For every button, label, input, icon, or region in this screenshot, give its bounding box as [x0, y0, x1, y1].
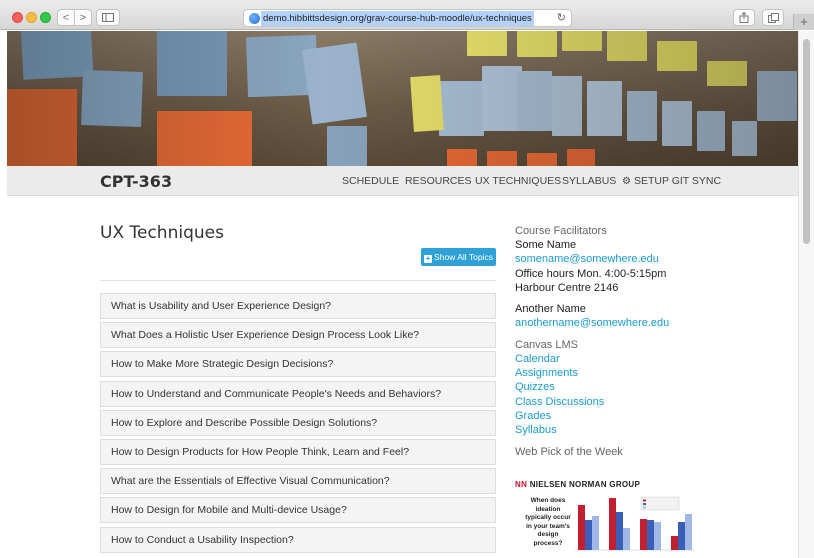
globe-icon [249, 13, 260, 24]
browser-window: < > demo.hibbittsdesign.org/grav-course-… [0, 0, 814, 558]
page-title: UX Techniques [100, 223, 224, 243]
topic-item[interactable]: What Does a Holistic User Experience Des… [100, 322, 496, 349]
zoom-window-button[interactable] [40, 12, 51, 23]
facilitator-email-link[interactable]: somename@somewhere.edu [515, 253, 659, 265]
sidebar-icon [102, 13, 114, 22]
nng-logo-text: NIELSEN NORMAN GROUP [529, 480, 641, 489]
chart-legend-box [640, 496, 680, 511]
lms-link-grades[interactable]: Grades [515, 410, 551, 422]
plus-icon: + [424, 254, 433, 263]
lms-link-assignments[interactable]: Assignments [515, 367, 578, 379]
tabs-icon [767, 12, 779, 23]
nng-logo-mark: NN [515, 480, 528, 489]
show-tabs-button[interactable] [762, 9, 784, 26]
chart-bar [647, 520, 654, 550]
address-bar[interactable]: demo.hibbittsdesign.org/grav-course-hub-… [243, 9, 572, 27]
topics-accordion: What is Usability and User Experience De… [100, 293, 496, 556]
page-scrollbar[interactable] [798, 31, 814, 558]
topic-item[interactable]: How to Understand and Communicate People… [100, 380, 496, 407]
nng-logo[interactable]: NN NIELSEN NORMAN GROUP [515, 480, 640, 489]
office-location: Harbour Centre 2146 [515, 281, 619, 294]
facilitator-name: Another Name [515, 303, 586, 316]
chart-bar [585, 520, 592, 550]
nav-resources[interactable]: RESOURCES [405, 175, 472, 187]
office-hours: Office hours Mon. 4:00-5:15pm [515, 267, 667, 280]
close-window-button[interactable] [12, 12, 23, 23]
reload-icon[interactable]: ↻ [557, 10, 566, 26]
lms-link-syllabus[interactable]: Syllabus [515, 424, 557, 436]
nav-schedule[interactable]: SCHEDULE [342, 175, 399, 187]
share-button[interactable] [733, 9, 755, 26]
chart-bar [578, 505, 585, 550]
sidebar: Course Facilitators Some Name somename@s… [515, 224, 715, 459]
nav-ux-techniques[interactable]: UX TECHNIQUES [475, 175, 561, 187]
show-all-topics-label: Show All Topics [434, 252, 493, 262]
share-icon [739, 12, 749, 23]
gear-icon: ⚙ [622, 176, 631, 187]
topic-item[interactable]: What are the Essentials of Effective Vis… [100, 468, 496, 495]
topic-item[interactable]: How to Design for Mobile and Multi-devic… [100, 497, 496, 524]
chart-bar [609, 498, 616, 550]
title-divider [100, 280, 496, 281]
chart-bar [592, 516, 599, 550]
chevron-left-icon: < [62, 11, 70, 24]
new-tab-button[interactable]: + [793, 14, 814, 30]
facilitator-email-link[interactable]: anothername@somewhere.edu [515, 317, 669, 329]
scrollbar-thumb[interactable] [803, 39, 810, 244]
chevron-right-icon: > [79, 11, 87, 24]
sidebar-toggle-button[interactable] [96, 9, 120, 26]
browser-toolbar: < > demo.hibbittsdesign.org/grav-course-… [0, 0, 814, 30]
chart-bar [685, 514, 692, 550]
url-text[interactable]: demo.hibbittsdesign.org/grav-course-hub-… [261, 11, 534, 26]
show-all-topics-button[interactable]: + Show All Topics [421, 248, 496, 266]
topic-item[interactable]: How to Design Products for How People Th… [100, 438, 496, 465]
topic-item[interactable]: How to Conduct a Usability Inspection? [100, 526, 496, 553]
web-pick-heading: Web Pick of the Week [515, 445, 623, 458]
chart-bar [671, 536, 678, 550]
topic-item[interactable]: How to Make More Strategic Design Decisi… [100, 351, 496, 378]
lms-heading: Canvas LMS [515, 338, 578, 351]
lms-link-calendar[interactable]: Calendar [515, 353, 560, 365]
topic-item[interactable]: How to Explore and Describe Possible Des… [100, 409, 496, 436]
nav-setup-git-sync-label: SETUP GIT SYNC [633, 175, 722, 187]
facilitator-name: Some Name [515, 239, 577, 251]
forward-button[interactable]: > [74, 9, 92, 26]
site-title[interactable]: CPT-363 [100, 172, 172, 191]
lms-link-discussions[interactable]: Class Discussions [515, 396, 604, 408]
chart-bar [654, 522, 661, 550]
site-navbar: CPT-363 SCHEDULE RESOURCES UX TECHNIQUES… [7, 166, 798, 196]
minimize-window-button[interactable] [26, 12, 37, 23]
back-button[interactable]: < [57, 9, 75, 26]
lms-link-quizzes[interactable]: Quizzes [515, 381, 555, 393]
web-pick-chart-image[interactable]: When does ideation typically occur in yo… [515, 494, 700, 554]
hero-banner-image [7, 31, 798, 166]
chart-bar [678, 522, 685, 550]
chart-bar [623, 528, 630, 550]
nav-setup-git-sync[interactable]: ⚙ SETUP GIT SYNC [622, 175, 721, 187]
chart-bar [640, 519, 647, 550]
topic-item[interactable]: What is Usability and User Experience De… [100, 293, 496, 319]
facilitators-heading: Course Facilitators [515, 225, 607, 237]
nav-syllabus[interactable]: SYLLABUS [562, 175, 616, 187]
chart-bar [616, 512, 623, 550]
